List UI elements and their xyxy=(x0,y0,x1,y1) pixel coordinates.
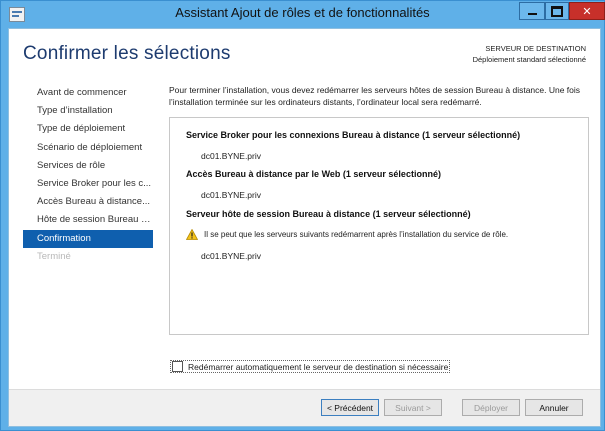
nav-item-confirmation[interactable]: Confirmation xyxy=(23,229,153,248)
server-name-service-broker: dc01.BYNE.priv xyxy=(201,151,261,161)
wizard-client-area: Confirmer les sélections SERVEUR DE DEST… xyxy=(8,28,601,427)
deploy-button: Déployer xyxy=(462,399,520,416)
section-title-hote-session: Serveur hôte de session Bureau à distanc… xyxy=(186,209,471,219)
warning-icon xyxy=(186,229,198,240)
nav-item-avant-de-commencer[interactable]: Avant de commencer xyxy=(23,84,153,102)
close-icon: ✕ xyxy=(582,5,592,18)
server-name-acces-web: dc01.BYNE.priv xyxy=(201,190,261,200)
nav-item-hote-session-bureau[interactable]: Hôte de session Bureau à... xyxy=(23,211,153,229)
wizard-nav: Avant de commencer Type d’installation T… xyxy=(23,84,153,266)
page-title: Confirmer les sélections xyxy=(23,43,231,64)
nav-item-service-broker[interactable]: Service Broker pour les c... xyxy=(23,175,153,193)
nav-item-termine: Terminé xyxy=(37,250,71,262)
warning-text: Il se peut que les serveurs suivants red… xyxy=(204,230,509,239)
intro-text: Pour terminer l’installation, vous devez… xyxy=(169,85,581,107)
nav-item-acces-bureau-distance[interactable]: Accès Bureau à distance... xyxy=(23,193,153,211)
nav-item-type-deploiement[interactable]: Type de déploiement xyxy=(23,120,153,138)
nav-item-scenario-deploiement[interactable]: Scénario de déploiement xyxy=(23,139,153,157)
nav-item-type-installation[interactable]: Type d’installation xyxy=(23,102,153,120)
section-title-service-broker: Service Broker pour les connexions Burea… xyxy=(186,130,521,140)
maximize-button[interactable] xyxy=(545,2,569,20)
restart-checkbox-row[interactable]: Redémarrer automatiquement le serveur de… xyxy=(170,360,451,373)
cancel-button[interactable]: Annuler xyxy=(525,399,583,416)
destination-value: Déploiement standard sélectionné xyxy=(472,55,586,64)
main-content: Pour terminer l’installation, vous devez… xyxy=(169,84,589,335)
destination-server-info: SERVEUR DE DESTINATION Déploiement stand… xyxy=(473,43,586,65)
section-title-acces-web: Accès Bureau à distance par le Web (1 se… xyxy=(186,169,441,179)
restart-checkbox[interactable] xyxy=(172,361,183,372)
confirmation-list: Service Broker pour les connexions Burea… xyxy=(169,117,589,335)
maximize-icon xyxy=(551,5,563,17)
close-button[interactable]: ✕ xyxy=(569,2,605,20)
restart-warning: Il se peut que les serveurs suivants red… xyxy=(186,229,508,240)
nav-item-services-de-role[interactable]: Services de rôle xyxy=(23,157,153,175)
server-name-hote-session: dc01.BYNE.priv xyxy=(201,251,261,261)
wizard-window: Assistant Ajout de rôles et de fonctionn… xyxy=(0,0,605,431)
window-title: Assistant Ajout de rôles et de fonctionn… xyxy=(175,5,430,20)
minimize-icon xyxy=(527,13,537,15)
restart-checkbox-label[interactable]: Redémarrer automatiquement le serveur de… xyxy=(188,362,448,372)
destination-label: SERVEUR DE DESTINATION xyxy=(485,44,586,53)
minimize-button[interactable] xyxy=(519,2,545,20)
title-bar[interactable]: Assistant Ajout de rôles et de fonctionn… xyxy=(1,1,605,27)
next-button: Suivant > xyxy=(384,399,442,416)
previous-button[interactable]: < Précédent xyxy=(321,399,379,416)
wizard-footer: < Précédent Suivant > Déployer Annuler xyxy=(9,390,600,426)
